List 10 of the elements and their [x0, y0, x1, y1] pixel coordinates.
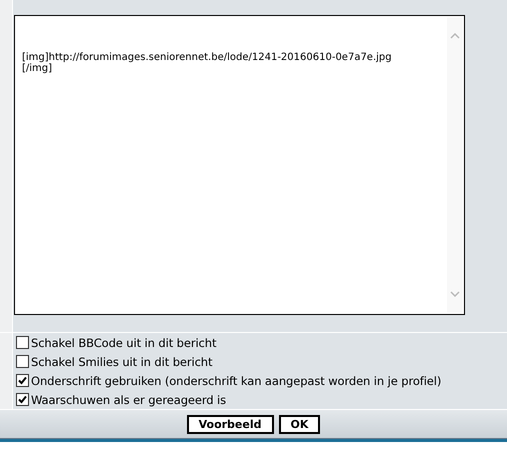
checkbox[interactable] [16, 374, 29, 387]
checkbox[interactable] [16, 393, 29, 406]
checkbox[interactable] [16, 336, 29, 349]
ok-button[interactable]: OK [278, 414, 320, 434]
option-label: Schakel BBCode uit in dit bericht [31, 336, 216, 350]
preview-button[interactable]: Voorbeeld [186, 414, 274, 434]
option-label: Onderschrift gebruiken (onderschrift kan aangepast worden in je profiel) [31, 374, 442, 388]
option-label: Schakel Smilies uit in dit bericht [31, 354, 212, 368]
checkbox[interactable] [16, 355, 29, 368]
option-label: Waarschuwen als er gereageerd is [31, 392, 226, 406]
